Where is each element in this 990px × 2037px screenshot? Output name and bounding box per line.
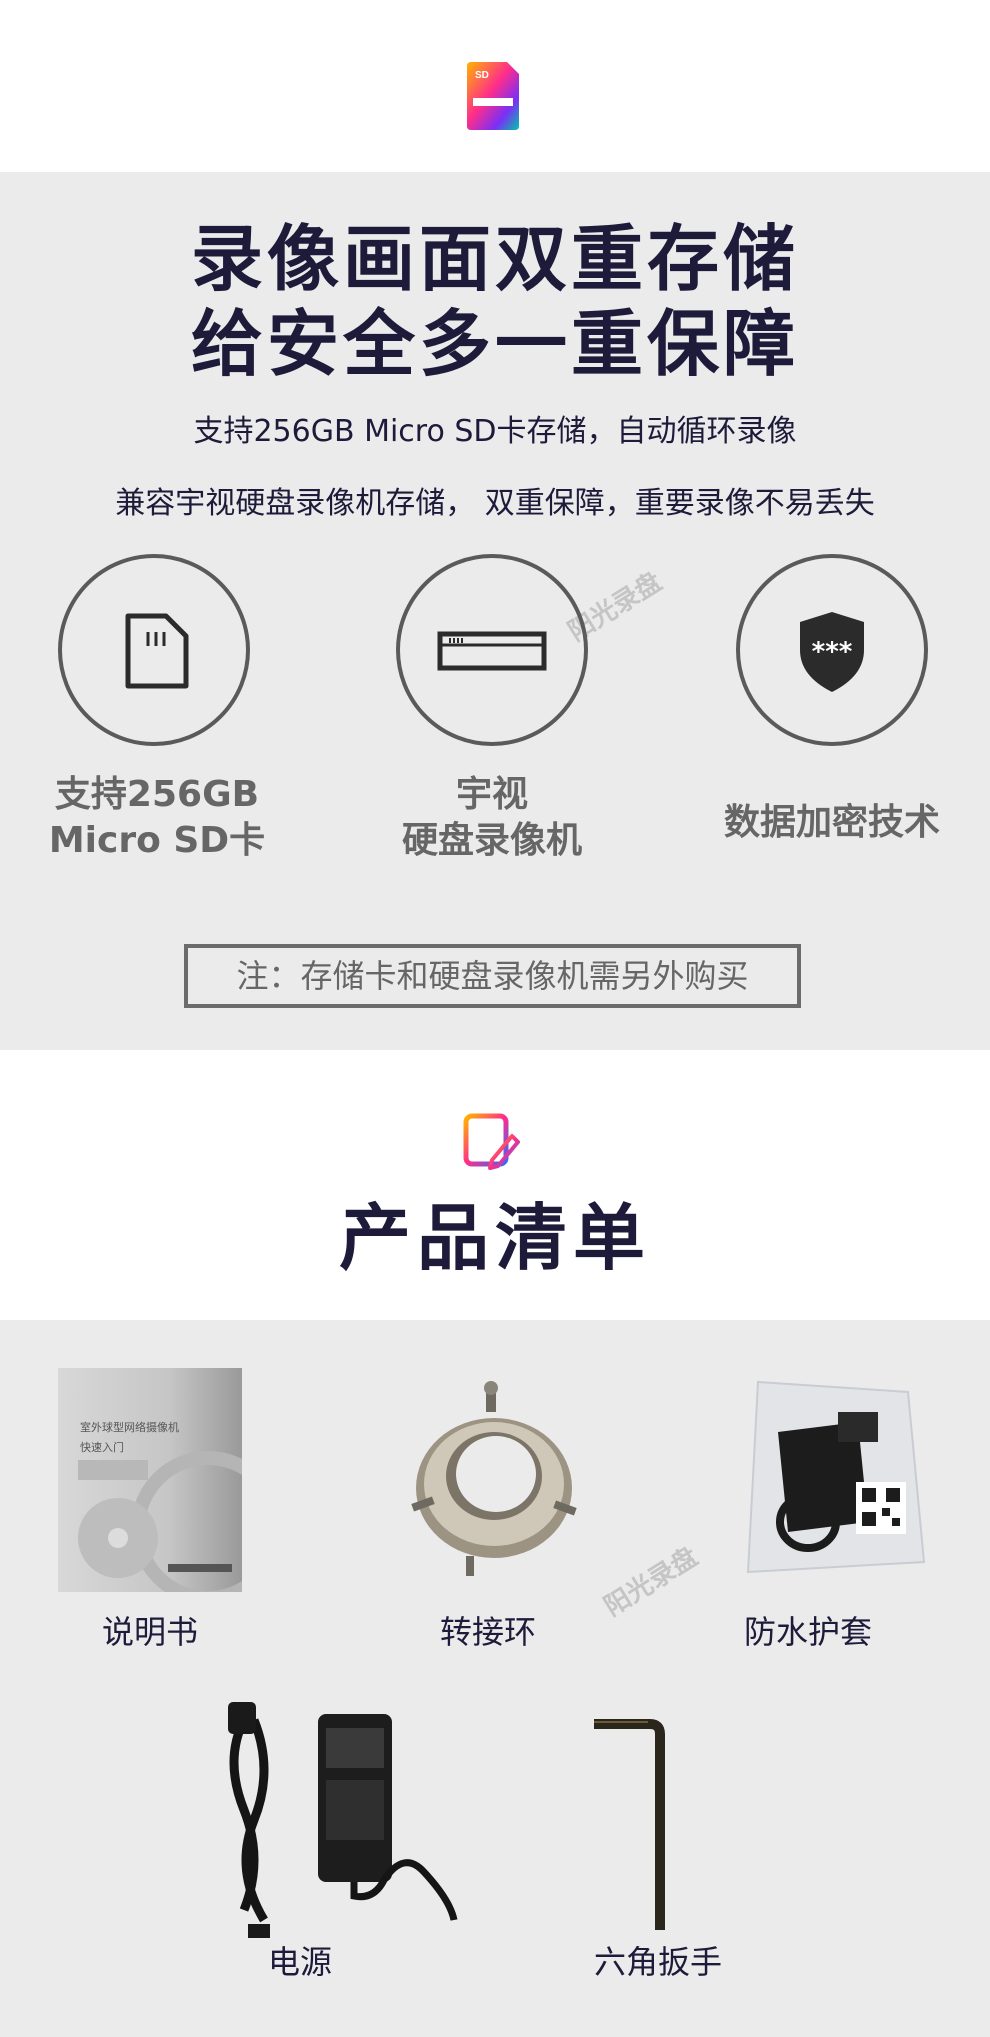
feature-sd-ring [58, 554, 250, 746]
power-adapter-image [228, 1702, 458, 1938]
manual-cover-line1: 室外球型网络摄像机 [80, 1421, 179, 1434]
item-caption-manual: 说明书 [101, 1613, 198, 1651]
feature-nvr-label: 宇视 硬盘录像机 [362, 772, 622, 864]
package-title: 产品清单 [338, 1196, 651, 1280]
feature-sd-line1: 支持256GB [54, 774, 260, 815]
storage-subtitle2: 兼容宇视硬盘录像机存储， 双重保障，重要录像不易丢失 [115, 486, 875, 521]
feature-nvr-ring [396, 554, 588, 746]
shield-password-icon: *** [800, 612, 864, 692]
storage-title-line1: 录像画面双重存储 [190, 217, 799, 301]
feature-encrypt-ring: *** [736, 554, 928, 746]
checklist-edit-icon [463, 1113, 520, 1170]
sd-card-icon [125, 613, 189, 689]
manual-image [58, 1368, 242, 1592]
top-band: SD [0, 0, 990, 172]
storage-subtitle1: 支持256GB Micro SD卡存储，自动循环录像 [193, 414, 797, 449]
svg-text:SD: SD [475, 70, 489, 81]
item-caption-power: 电源 [267, 1943, 332, 1981]
feature-sd-label: 支持256GB Micro SD卡 [27, 772, 287, 864]
feature-sd-line2: Micro SD卡 [48, 820, 266, 861]
storage-title-line2: 给安全多一重保障 [190, 302, 799, 386]
purchase-note: 注：存储卡和硬盘录像机需另外购买 [184, 944, 801, 1008]
manual-cover-line2: 快速入门 [80, 1441, 124, 1454]
hex-key-image [594, 1719, 665, 1930]
manual-cover-text: 室外球型网络摄像机 快速入门 [80, 1420, 220, 1456]
sd-card-gradient-icon: SD [467, 62, 519, 130]
feature-nvr-line1: 宇视 [455, 774, 528, 815]
waterproof-cover-image [746, 1380, 926, 1574]
adapter-ring-image [411, 1381, 577, 1576]
feature-encrypt-line1: 数据加密技术 [723, 802, 940, 843]
watermark-list: 阳光录盘 [599, 1541, 704, 1623]
nvr-icon [437, 631, 547, 671]
item-caption-hex-key: 六角扳手 [593, 1943, 722, 1981]
item-caption-cover: 防水护套 [743, 1613, 872, 1651]
item-caption-adapter: 转接环 [439, 1613, 536, 1651]
feature-encrypt-label: 数据加密技术 [702, 800, 962, 846]
feature-nvr-line2: 硬盘录像机 [401, 820, 582, 861]
package-header: 产品清单 [0, 1050, 990, 1320]
package-list: 室外球型网络摄像机 快速入门 说明书 转接环 阳光录盘 防水护套 电源 六角扳手 [0, 1320, 990, 2037]
svg-text:***: *** [812, 637, 853, 667]
storage-section: 录像画面双重存储 给安全多一重保障 支持256GB Micro SD卡存储，自动… [0, 172, 990, 1050]
